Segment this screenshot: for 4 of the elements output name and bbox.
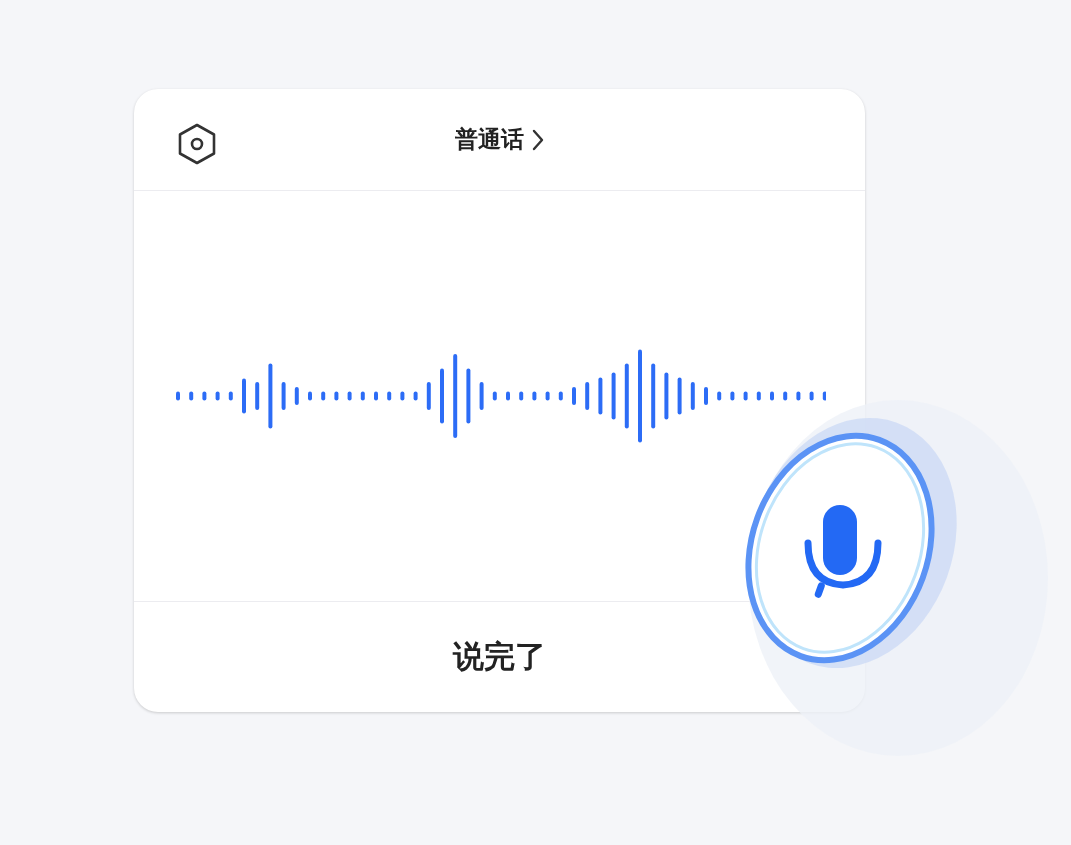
done-speaking-button[interactable]: 说完了 [453, 633, 546, 681]
settings-icon[interactable] [177, 123, 217, 165]
language-selector[interactable]: 普通话 [455, 122, 544, 157]
chevron-right-icon [532, 128, 544, 151]
